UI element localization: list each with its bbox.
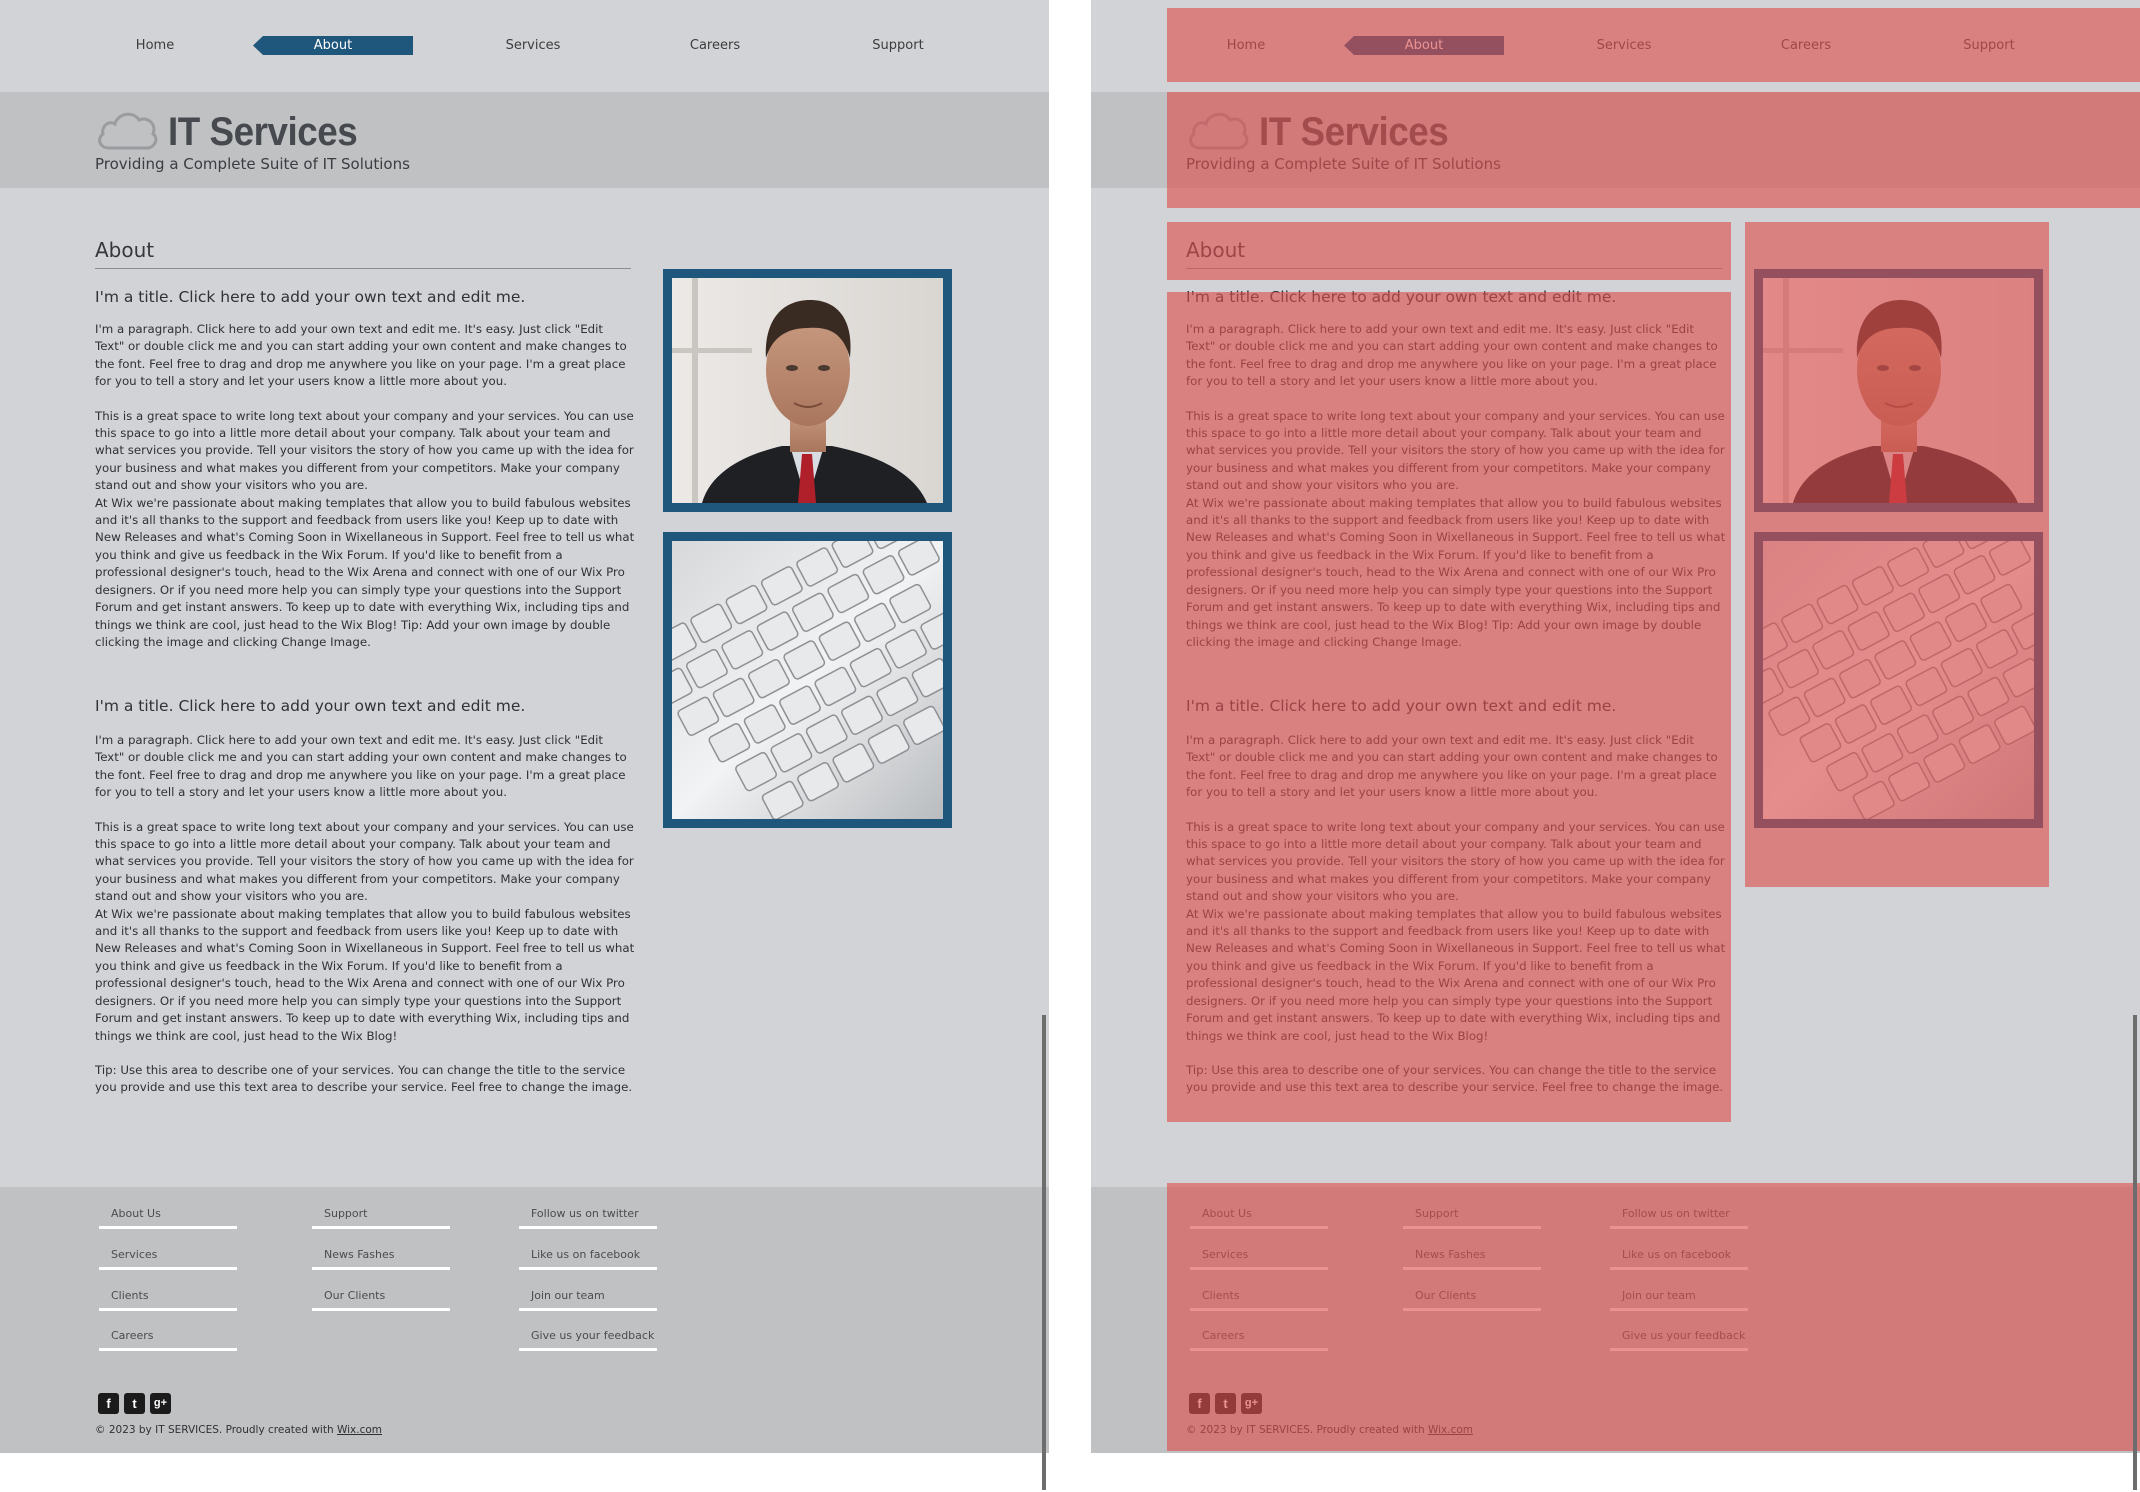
heading-divider (95, 268, 631, 269)
paragraph: Tip: Use this area to describe one of yo… (95, 1062, 633, 1095)
paragraph: I'm a paragraph. Click here to add your … (95, 733, 627, 800)
nav-about[interactable]: About (253, 36, 413, 55)
footer-link-careers[interactable]: Careers (99, 1329, 237, 1351)
content-section-1: I'm a title. Click here to add your own … (95, 288, 635, 651)
section-title: I'm a title. Click here to add your own … (95, 697, 526, 715)
footer-link-services[interactable]: Services (99, 1248, 237, 1270)
nav-region-highlight (1167, 8, 2140, 82)
site-view-annotated: Home About Services Careers Support IT S… (1091, 0, 2140, 1453)
page-title: About (95, 238, 155, 262)
image-region-highlight (1745, 222, 2049, 887)
keyboard-image-frame[interactable] (663, 532, 952, 828)
text-region-highlight (1167, 292, 1731, 1122)
google-plus-icon[interactable]: g+ (150, 1393, 171, 1414)
businessman-portrait-image (672, 278, 943, 503)
main-navigation: Home About Services Careers Support (75, 30, 975, 60)
footer-region-highlight (1167, 1183, 2140, 1451)
site-title[interactable]: IT Services (168, 110, 358, 155)
portrait-image-frame[interactable] (663, 269, 952, 512)
paragraph: At Wix we're passionate about making tem… (95, 495, 635, 649)
header-region-highlight (1167, 92, 2140, 208)
nav-support[interactable]: Support (838, 36, 958, 55)
footer-link-our-clients[interactable]: Our Clients (312, 1289, 450, 1311)
paragraph: This is a great space to write long text… (95, 408, 634, 493)
footer-link-about-us[interactable]: About Us (99, 1207, 237, 1229)
footer-link-feedback[interactable]: Give us your feedback (519, 1329, 657, 1351)
footer-link-support[interactable]: Support (312, 1207, 450, 1229)
footer-link-news[interactable]: News Fashes (312, 1248, 450, 1270)
scrollbar-right[interactable] (2133, 1015, 2137, 1490)
site-tagline: Providing a Complete Suite of IT Solutio… (95, 155, 410, 173)
nav-services[interactable]: Services (475, 36, 591, 55)
cloud-logo-icon[interactable] (95, 108, 159, 152)
footer-link-facebook[interactable]: Like us on facebook (519, 1248, 657, 1270)
content-section-2: I'm a title. Click here to add your own … (95, 697, 635, 1097)
section-title: I'm a title. Click here to add your own … (95, 288, 526, 306)
nav-careers[interactable]: Careers (660, 36, 770, 55)
scrollbar-left[interactable] (1042, 1015, 1046, 1490)
copyright-text: © 2023 by IT SERVICES. Proudly created w… (95, 1424, 383, 1436)
paragraph: I'm a paragraph. Click here to add your … (95, 322, 627, 389)
heading-region-highlight (1167, 222, 1731, 280)
wix-link[interactable]: Wix.com (337, 1424, 382, 1436)
twitter-icon[interactable]: t (124, 1393, 145, 1414)
footer-link-twitter[interactable]: Follow us on twitter (519, 1207, 657, 1229)
keyboard-closeup-image (672, 541, 943, 819)
paragraph: At Wix we're passionate about making tem… (95, 906, 635, 1043)
footer-link-join-team[interactable]: Join our team (519, 1289, 657, 1311)
nav-home[interactable]: Home (120, 36, 190, 55)
facebook-icon[interactable]: f (98, 1393, 119, 1414)
footer-link-clients[interactable]: Clients (99, 1289, 237, 1311)
paragraph: This is a great space to write long text… (95, 819, 634, 904)
site-view-original: Home About Services Careers Support IT S… (0, 0, 1049, 1453)
